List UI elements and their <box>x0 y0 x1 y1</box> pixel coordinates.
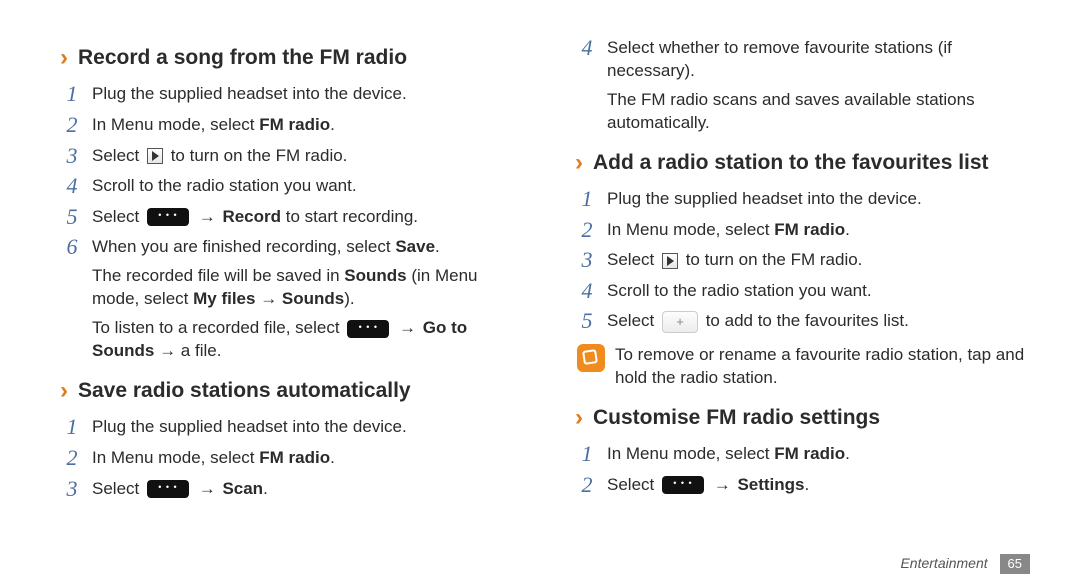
footer-page-number: 65 <box>1000 554 1030 574</box>
section-record: › Record a song from the FM radio <box>60 44 515 72</box>
section-title: Customise FM radio settings <box>593 404 880 432</box>
note: To remove or rename a favourite radio st… <box>575 342 1030 390</box>
step-text: When you are finished recording, select … <box>84 233 515 363</box>
step: 6 When you are finished recording, selec… <box>60 233 515 363</box>
step: 1 Plug the supplied headset into the dev… <box>575 185 1030 214</box>
page: › Record a song from the FM radio 1 Plug… <box>0 0 1080 586</box>
step: 3 Select to turn on the FM radio. <box>575 246 1030 275</box>
step-number: 1 <box>60 80 84 109</box>
step-number: 1 <box>575 440 599 469</box>
step: 2 In Menu mode, select FM radio. <box>575 216 1030 245</box>
step-text: Plug the supplied headset into the devic… <box>599 185 1030 214</box>
left-column: › Record a song from the FM radio 1 Plug… <box>60 30 515 556</box>
step-number: 5 <box>60 203 84 232</box>
chevron-icon: › <box>575 406 583 430</box>
step-number: 1 <box>575 185 599 214</box>
step: 5 Select to add to the favourites list. <box>575 307 1030 336</box>
step: 3 Select to turn on the FM radio. <box>60 142 515 171</box>
step-text: In Menu mode, select FM radio. <box>84 111 515 140</box>
step: 4 Scroll to the radio station you want. <box>575 277 1030 306</box>
step: 5 Select → Record to start recording. <box>60 203 515 232</box>
step-text: Plug the supplied headset into the devic… <box>84 80 515 109</box>
page-footer: Entertainment 65 <box>900 554 1030 574</box>
step-text: In Menu mode, select FM radio. <box>599 440 1030 469</box>
step-text: Select → Scan. <box>84 475 515 504</box>
step: 2 Select → Settings. <box>575 471 1030 500</box>
add-icon <box>662 311 698 333</box>
step-number: 2 <box>575 216 599 245</box>
step-number: 2 <box>575 471 599 500</box>
step-text: Select whether to remove favourite stati… <box>599 34 1030 135</box>
note-text: To remove or rename a favourite radio st… <box>607 342 1030 390</box>
step: 1 Plug the supplied headset into the dev… <box>60 413 515 442</box>
step: 1 In Menu mode, select FM radio. <box>575 440 1030 469</box>
step: 2 In Menu mode, select FM radio. <box>60 111 515 140</box>
step-number: 4 <box>575 34 599 135</box>
right-column: 4 Select whether to remove favourite sta… <box>575 30 1030 556</box>
step-subtext: The FM radio scans and saves available s… <box>607 89 1030 135</box>
step-text: Select to turn on the FM radio. <box>84 142 515 171</box>
menu-icon <box>147 480 189 498</box>
section-customise: › Customise FM radio settings <box>575 404 1030 432</box>
step-text: Plug the supplied headset into the devic… <box>84 413 515 442</box>
play-icon <box>662 253 678 269</box>
step: 4 Scroll to the radio station you want. <box>60 172 515 201</box>
section-title: Record a song from the FM radio <box>78 44 407 72</box>
footer-category: Entertainment <box>900 555 987 571</box>
step-subtext: The recorded file will be saved in Sound… <box>92 265 515 311</box>
step-number: 3 <box>60 142 84 171</box>
step-number: 4 <box>575 277 599 306</box>
step-number: 3 <box>60 475 84 504</box>
note-icon <box>577 344 605 372</box>
section-add-favourite: › Add a radio station to the favourites … <box>575 149 1030 177</box>
menu-icon <box>347 320 389 338</box>
step: 4 Select whether to remove favourite sta… <box>575 34 1030 135</box>
step: 1 Plug the supplied headset into the dev… <box>60 80 515 109</box>
step-number: 2 <box>60 111 84 140</box>
step-number: 4 <box>60 172 84 201</box>
step-number: 2 <box>60 444 84 473</box>
step-text: Select → Settings. <box>599 471 1030 500</box>
play-icon <box>147 148 163 164</box>
step-text: Select to add to the favourites list. <box>599 307 1030 336</box>
step-text: In Menu mode, select FM radio. <box>599 216 1030 245</box>
step: 2 In Menu mode, select FM radio. <box>60 444 515 473</box>
step-text: In Menu mode, select FM radio. <box>84 444 515 473</box>
step-text: Scroll to the radio station you want. <box>84 172 515 201</box>
section-save-auto: › Save radio stations automatically <box>60 377 515 405</box>
menu-icon <box>662 476 704 494</box>
section-title: Add a radio station to the favourites li… <box>593 149 989 177</box>
chevron-icon: › <box>60 379 68 403</box>
step: 3 Select → Scan. <box>60 475 515 504</box>
step-text: Select → Record to start recording. <box>84 203 515 232</box>
step-text: Select to turn on the FM radio. <box>599 246 1030 275</box>
section-title: Save radio stations automatically <box>78 377 411 405</box>
step-number: 3 <box>575 246 599 275</box>
step-subtext: To listen to a recorded file, select → G… <box>92 317 515 363</box>
chevron-icon: › <box>575 151 583 175</box>
menu-icon <box>147 208 189 226</box>
step-number: 5 <box>575 307 599 336</box>
chevron-icon: › <box>60 46 68 70</box>
step-number: 1 <box>60 413 84 442</box>
step-number: 6 <box>60 233 84 363</box>
step-text: Scroll to the radio station you want. <box>599 277 1030 306</box>
